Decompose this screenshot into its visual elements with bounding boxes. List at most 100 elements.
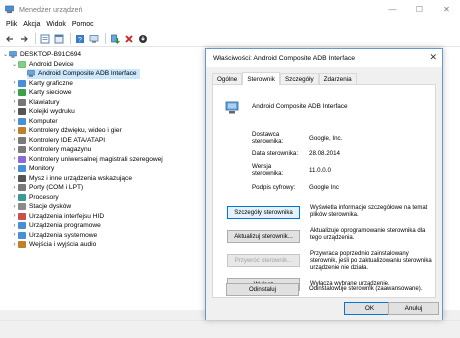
expand-arrow-icon[interactable]: › — [11, 194, 18, 200]
category-label: Kontrolery magazynu — [29, 146, 92, 154]
tree-category[interactable]: › Procesory — [11, 193, 59, 203]
tree-category[interactable]: › Kolejki wydruku — [11, 107, 75, 117]
category-label: Kontrolery IDE ATA/ATAPI — [29, 136, 106, 144]
tree-category[interactable]: › Karty sieciowe — [11, 88, 72, 98]
close-button[interactable]: ✕ — [433, 0, 460, 18]
tree-category[interactable]: › Komputer — [11, 117, 58, 127]
expand-arrow-icon[interactable]: › — [11, 175, 18, 181]
category-icon — [18, 203, 26, 211]
driver-details-button[interactable]: Szczegóły sterownika — [227, 206, 300, 219]
expand-arrow-icon[interactable]: › — [11, 223, 18, 229]
tree-category[interactable]: › Stacje dysków — [11, 202, 71, 212]
tree-category[interactable]: › Kontrolery uniwersalnej magistrali szer… — [11, 155, 163, 165]
expand-arrow-icon[interactable]: › — [11, 118, 18, 124]
expand-arrow-icon[interactable]: › — [11, 99, 18, 105]
expand-arrow-icon[interactable]: › — [11, 213, 18, 219]
tree-root[interactable]: ⌄ DESKTOP-B91C694 — [2, 50, 81, 60]
tree-category[interactable]: › Klawiatury — [11, 98, 59, 108]
tree-category[interactable]: › Urządzenia systemowe — [11, 231, 97, 241]
category-icon — [18, 241, 26, 249]
properties-dialog: Właściwości: Android Composite ADB Inter… — [205, 48, 443, 320]
dialog-body: Ogólne Sterownik Szczegóły Zdarzenia And… — [206, 67, 442, 320]
update-driver-button[interactable]: Aktualizuj sterownik... — [227, 230, 300, 243]
expand-arrow-icon[interactable]: › — [11, 80, 18, 86]
device-icon — [27, 70, 35, 77]
disable-device-icon[interactable] — [137, 33, 149, 45]
expand-arrow-icon[interactable]: › — [11, 242, 18, 248]
tree-category[interactable]: › Kontrolery IDE ATA/ATAPI — [11, 136, 105, 146]
tree-category[interactable]: › Kontrolery dźwięku, wideo i gier — [11, 126, 122, 136]
tree-category[interactable]: › Urządzenia programowe — [11, 221, 101, 231]
back-icon[interactable] — [4, 33, 16, 45]
uninstall-desc: Odinstalowuje sterownik (zaawansowane). — [309, 286, 423, 292]
expand-arrow-icon[interactable]: › — [11, 90, 18, 96]
signer-label: Podpis cyfrowy: — [252, 184, 296, 191]
forward-icon[interactable] — [18, 33, 30, 45]
toolbar-separator — [35, 33, 36, 44]
tree-device-adb-interface[interactable]: Android Composite ADB Interface — [27, 69, 140, 79]
expand-arrow-icon[interactable]: › — [11, 147, 18, 153]
tree-category-android-device[interactable]: ⌄ Android Device — [11, 60, 74, 70]
root-label: DESKTOP-B91C694 — [20, 51, 82, 59]
category-icon — [18, 212, 26, 220]
version-value: 11.0.0.0 — [309, 167, 331, 174]
menu-view[interactable]: Widok — [46, 21, 65, 28]
tree-category[interactable]: › Kontrolery magazynu — [11, 145, 91, 155]
tab-driver[interactable]: Sterownik — [242, 72, 280, 85]
menu-help[interactable]: Pomoc — [72, 21, 94, 28]
expand-arrow-icon[interactable]: › — [11, 156, 18, 162]
device-label: Android Composite ADB Interface — [38, 70, 137, 78]
menu-file[interactable]: Plik — [6, 21, 17, 28]
category-icon — [18, 136, 26, 144]
category-label: Android Device — [29, 60, 74, 68]
date-label: Data sterownika: — [252, 150, 299, 157]
tree-category[interactable]: › Monitory — [11, 164, 54, 174]
signer-value: Google Inc — [309, 184, 339, 191]
properties-icon[interactable] — [39, 33, 51, 45]
category-label: Monitory — [29, 165, 55, 173]
details-icon[interactable] — [53, 33, 65, 45]
category-icon — [18, 193, 26, 201]
android-phone-icon — [18, 61, 26, 68]
expand-arrow-icon[interactable]: › — [11, 128, 18, 134]
dialog-title-bar: Właściwości: Android Composite ADB Inter… — [206, 49, 442, 67]
tree-category[interactable]: › Urządzenia interfejsu HID — [11, 212, 104, 222]
expand-arrow-icon[interactable]: › — [11, 109, 18, 115]
cancel-button[interactable]: Anuluj — [388, 302, 439, 315]
menu-action[interactable]: Akcja — [23, 21, 40, 28]
expand-arrow-icon[interactable]: › — [11, 166, 18, 172]
toolbar-separator — [70, 33, 71, 44]
tree-category[interactable]: › Porty (COM i LPT) — [11, 183, 83, 193]
category-label: Mysz i inne urządzenia wskazujące — [29, 174, 132, 182]
maximize-button[interactable]: ☐ — [406, 0, 433, 18]
category-icon — [18, 155, 26, 163]
category-label: Kolejki wydruku — [29, 108, 75, 116]
update-driver-icon[interactable] — [109, 33, 121, 45]
minimize-button[interactable]: — — [379, 0, 406, 18]
expand-arrow-icon[interactable]: › — [11, 185, 18, 191]
title-bar: Menedżer urządzeń — ☐ ✕ — [0, 0, 460, 18]
expand-arrow-icon[interactable]: › — [11, 204, 18, 210]
category-label: Porty (COM i LPT) — [29, 184, 84, 192]
uninstall-icon[interactable] — [123, 33, 135, 45]
dialog-close-icon[interactable]: ✕ — [429, 52, 437, 63]
category-label: Procesory — [29, 193, 59, 201]
scan-hardware-icon[interactable] — [88, 33, 100, 45]
collapse-arrow-icon[interactable]: ⌄ — [11, 61, 18, 68]
uninstall-button[interactable]: Odinstaluj — [226, 283, 299, 296]
tree-category[interactable]: › Karty graficzne — [11, 79, 73, 89]
device-manager-icon — [5, 5, 14, 13]
adb-device-icon — [225, 101, 239, 114]
expand-arrow-icon[interactable]: › — [11, 137, 18, 143]
expand-arrow-icon[interactable]: › — [11, 232, 18, 238]
roll-back-driver-button[interactable]: Przywróć sterownik... — [227, 254, 300, 267]
tree-category[interactable]: › Mysz i inne urządzenia wskazujące — [11, 174, 132, 184]
toolbar: ? — [0, 31, 460, 47]
help-icon[interactable]: ? — [74, 33, 86, 45]
tree-category[interactable]: › Wejścia i wyjścia audio — [11, 240, 96, 250]
category-icon — [18, 108, 26, 116]
collapse-arrow-icon[interactable]: ⌄ — [2, 51, 9, 58]
category-label: Karty graficzne — [29, 79, 73, 87]
window-title: Menedżer urządzeń — [19, 4, 83, 14]
version-label: Wersja sterownika: — [252, 163, 284, 177]
